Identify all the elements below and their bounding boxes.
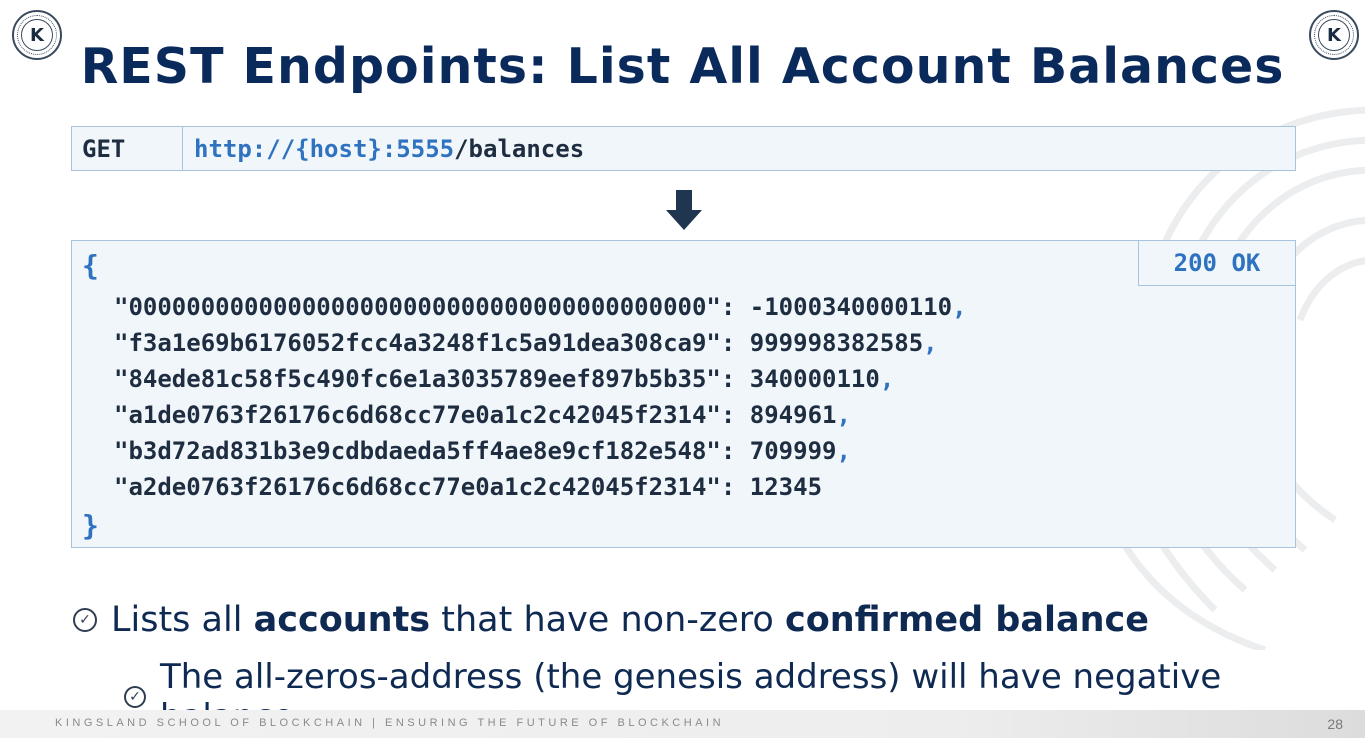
request-box: GET http://{host}:5555/balances [71, 126, 1296, 171]
page-number: 28 [1327, 716, 1343, 732]
http-method: GET [72, 127, 183, 170]
entry-key: "f3a1e69b6176052fcc4a3248f1c5a91dea308ca… [114, 329, 721, 357]
bullet-text: Lists all accounts that have non-zero co… [111, 600, 1149, 640]
json-entry: "a1de0763f26176c6d68cc77e0a1c2c42045f231… [114, 401, 851, 429]
bullet-accounts: ✓ Lists all accounts that have non-zero … [73, 600, 1149, 640]
json-entry: "a2de0763f26176c6d68cc77e0a1c2c42045f231… [114, 473, 822, 501]
entry-comma: , [923, 329, 938, 357]
json-entry: "f3a1e69b6176052fcc4a3248f1c5a91dea308ca… [114, 329, 938, 357]
arrow-down-icon [666, 190, 702, 230]
bullet-text-part: that have non-zero [430, 600, 785, 640]
entry-key: "b3d72ad831b3e9cdbdaeda5ff4ae8e9cf182e54… [114, 437, 721, 465]
entry-value: 999998382585 [749, 329, 924, 357]
entry-sep: : [720, 401, 750, 429]
json-entry: "84ede81c58f5c490fc6e1a3035789eef897b5b3… [114, 365, 894, 393]
entry-sep: : [720, 329, 750, 357]
open-brace: { [82, 249, 99, 282]
logo-letter: K [30, 24, 44, 46]
entry-key: "000000000000000000000000000000000000000… [114, 293, 721, 321]
entry-sep: : [720, 293, 750, 321]
slide-title: REST Endpoints: List All Account Balance… [80, 38, 1285, 95]
url-prefix: http://{host}:5555 [194, 134, 455, 163]
entry-value: 709999 [749, 437, 837, 465]
entry-value: -1000340000110 [749, 293, 953, 321]
entry-key: "a1de0763f26176c6d68cc77e0a1c2c42045f231… [114, 401, 721, 429]
request-url: http://{host}:5555/balances [183, 127, 584, 170]
entry-sep: : [720, 365, 750, 393]
url-path: /balances [454, 134, 585, 163]
entry-key: "a2de0763f26176c6d68cc77e0a1c2c42045f231… [114, 473, 721, 501]
footer-text: KINGSLAND SCHOOL OF BLOCKCHAIN | ENSURIN… [55, 717, 725, 729]
entry-comma: , [836, 401, 851, 429]
entry-comma: , [879, 365, 895, 393]
entry-comma: , [836, 437, 851, 465]
entry-comma: , [952, 293, 967, 321]
bullet-bold-balance: confirmed balance [784, 600, 1150, 640]
footer-bar: KINGSLAND SCHOOL OF BLOCKCHAIN | ENSURIN… [0, 710, 1365, 738]
json-entry: "b3d72ad831b3e9cdbdaeda5ff4ae8e9cf182e54… [114, 437, 851, 465]
check-circle-icon: ✓ [73, 608, 97, 632]
logo-letter: K [1327, 24, 1341, 46]
entry-value: 894961 [749, 401, 837, 429]
entry-sep: : [720, 473, 750, 501]
entry-sep: : [720, 437, 750, 465]
check-circle-icon: ✓ [124, 686, 146, 708]
status-badge: 200 OK [1138, 241, 1295, 286]
bullet-text-part: Lists all [111, 600, 254, 640]
entry-value: 12345 [749, 473, 823, 501]
entry-value: 340000110 [749, 365, 880, 393]
close-brace: } [82, 509, 99, 542]
response-box: 200 OK { "000000000000000000000000000000… [71, 240, 1296, 548]
json-entry: "000000000000000000000000000000000000000… [114, 293, 967, 321]
entry-key: "84ede81c58f5c490fc6e1a3035789eef897b5b3… [114, 365, 721, 393]
bullet-bold-accounts: accounts [253, 600, 431, 640]
